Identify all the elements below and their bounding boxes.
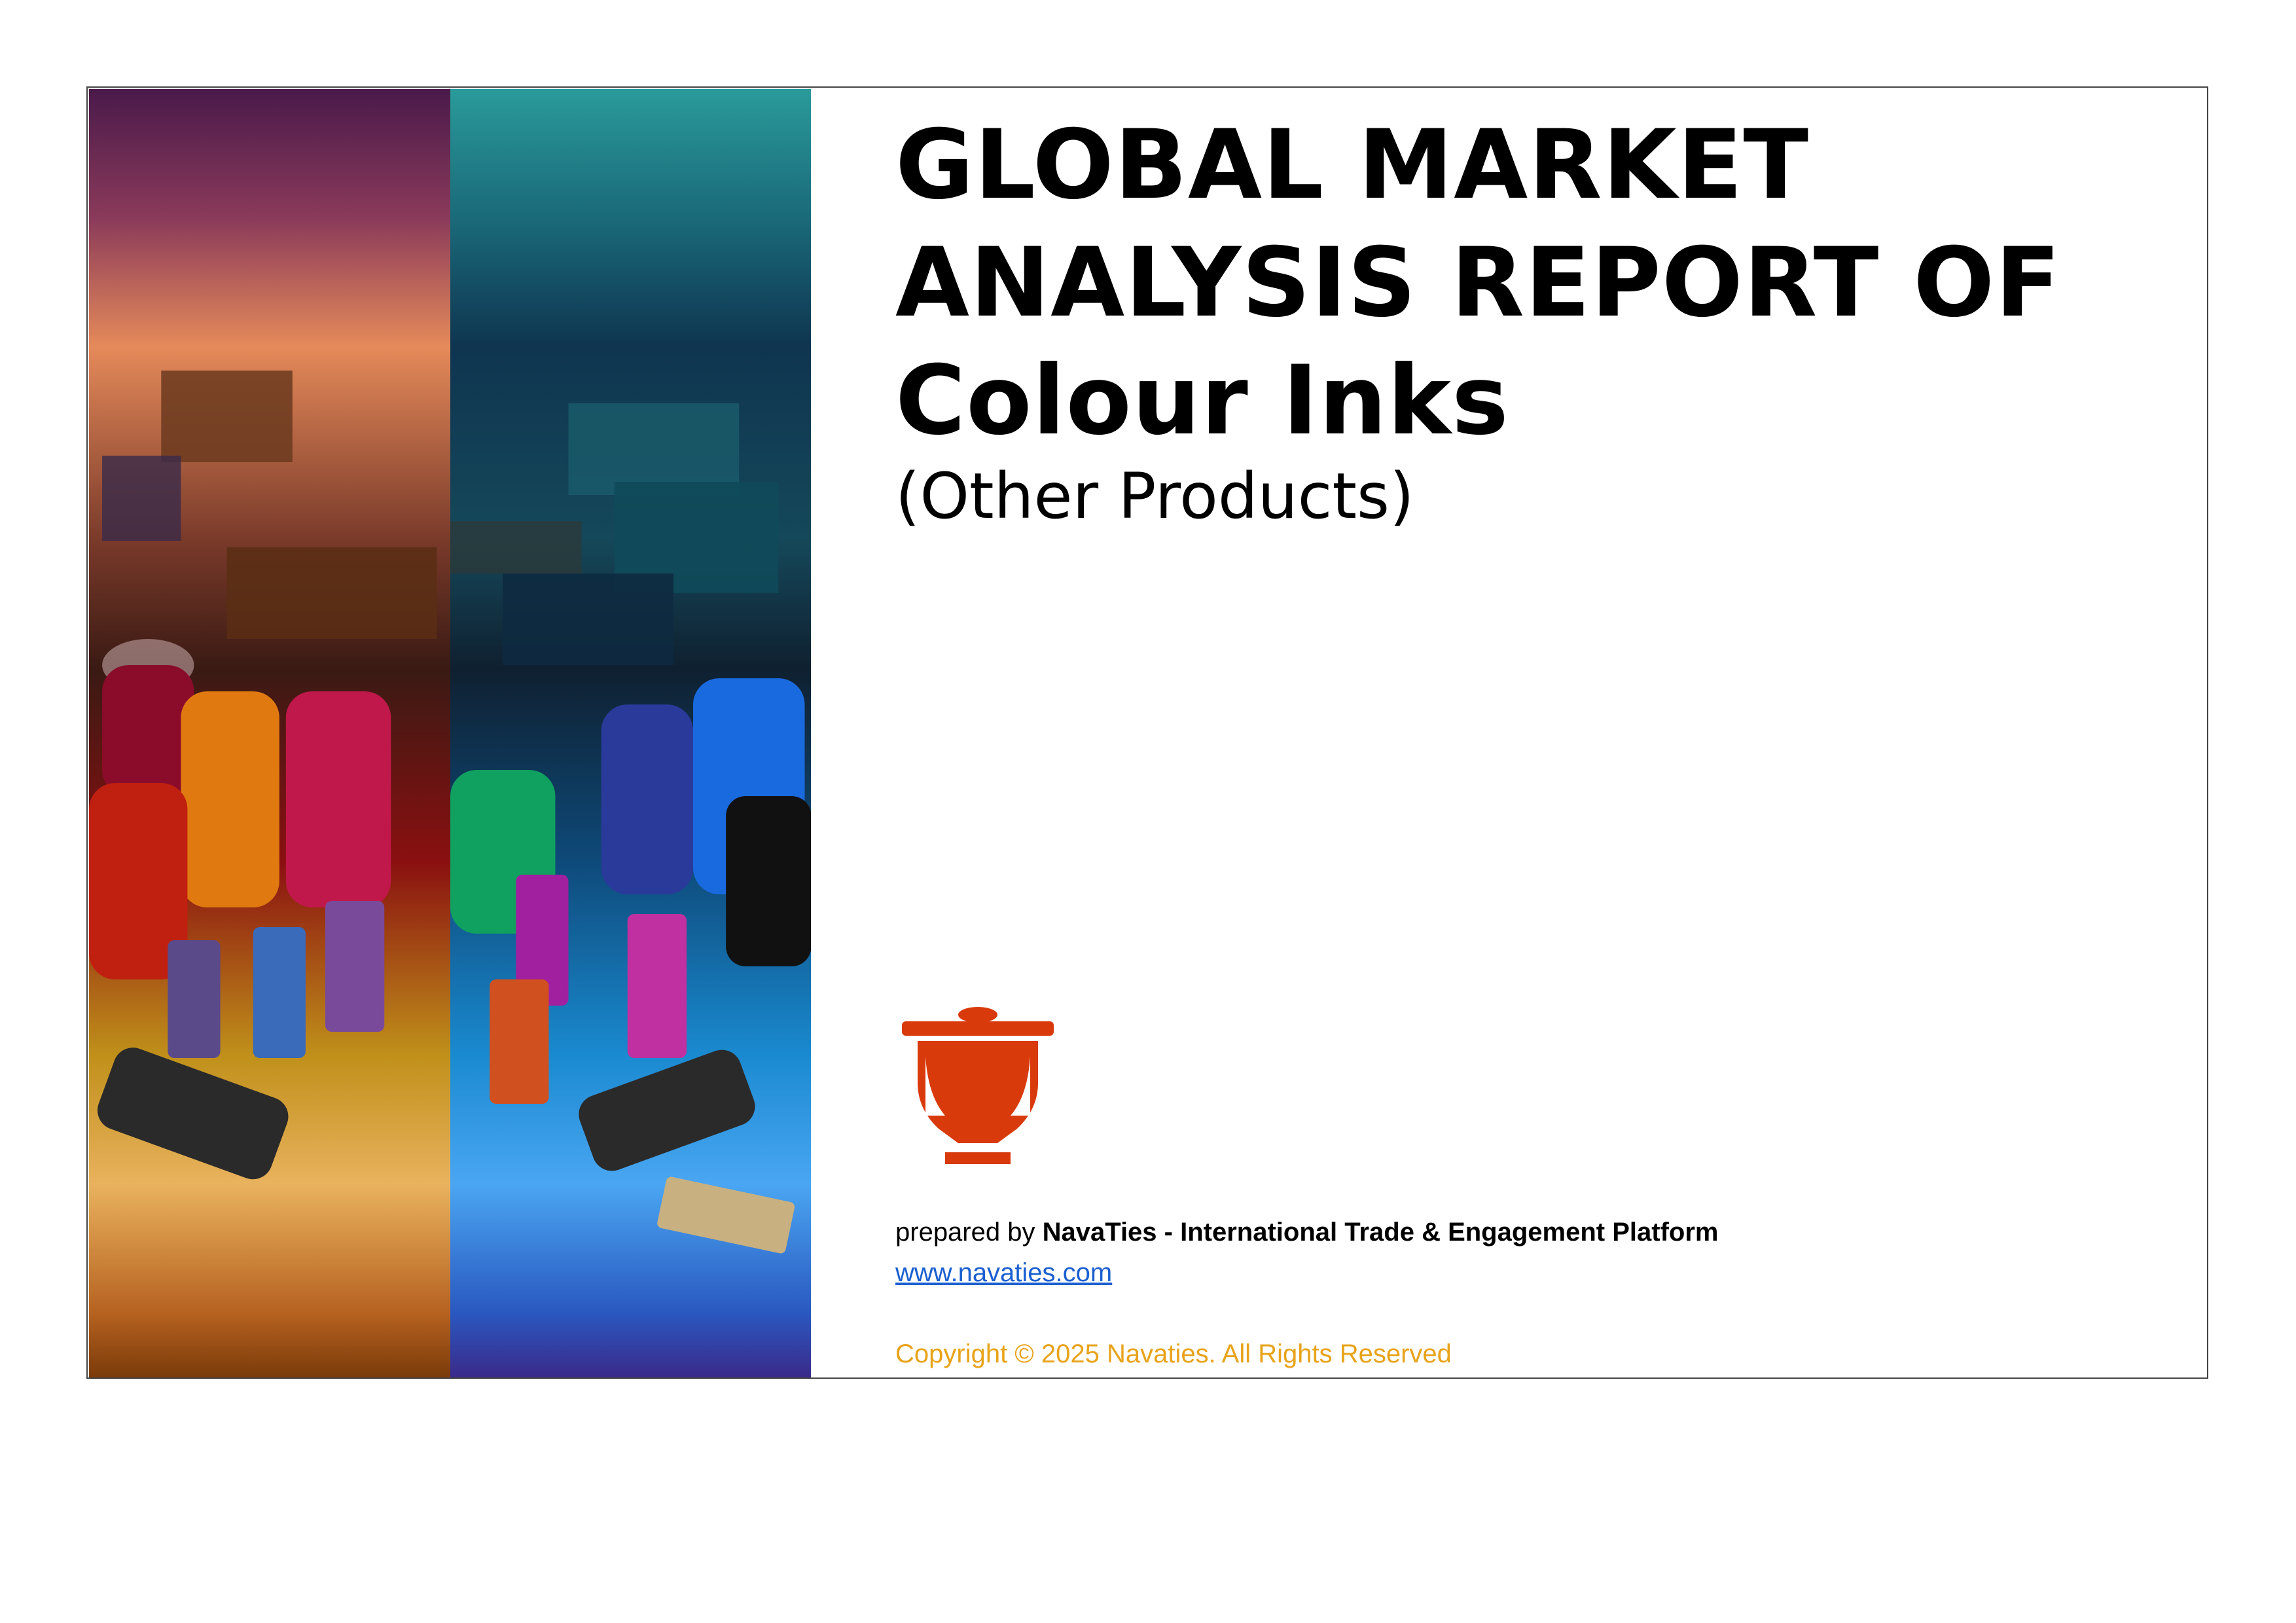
prepared-by-line: prepared by NavaTies - International Tra… [895,1218,1718,1247]
cover-image-cool-half [450,89,811,1377]
report-subtitle: (Other Products) [895,460,1414,533]
title-line-3: Colour Inks [895,345,1509,456]
prepared-by-organization: NavaTies - International Trade & Engagem… [1042,1218,1719,1247]
cover-image [89,89,811,1377]
title-line-1: GLOBAL MARKET [895,109,1810,221]
ink-bottles-warm-icon [89,371,437,1180]
report-cover-frame: GLOBAL MARKET ANALYSIS REPORT OF Colour … [86,86,2208,1379]
title-line-2: ANALYSIS REPORT OF [895,227,2062,338]
website-link[interactable]: www.navaties.com [895,1258,1112,1288]
prepared-by-prefix: prepared by [895,1218,1035,1247]
copyright-notice: Copyright © 2025 Navaties. All Rights Re… [895,1340,1452,1368]
navaties-logo-icon [899,1004,1056,1175]
ink-bottles-cool-icon [450,403,811,1254]
cover-image-warm-half [89,89,450,1377]
report-title-block: GLOBAL MARKET ANALYSIS REPORT OF Colour … [895,106,2172,536]
